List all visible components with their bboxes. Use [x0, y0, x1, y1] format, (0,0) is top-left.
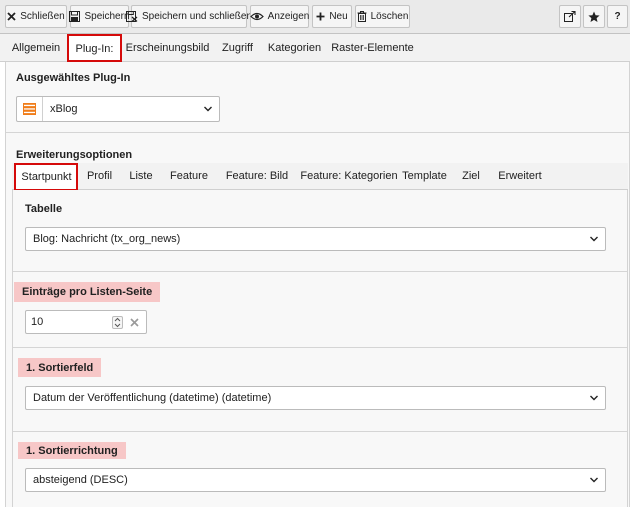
tab-appearance[interactable]: Erscheinungsbild [124, 34, 211, 62]
star-icon [588, 11, 600, 22]
chevron-down-icon [590, 236, 598, 242]
extension-tab-bar: Startpunkt Profil Liste Feature Feature:… [12, 163, 628, 191]
main-tab-bar: Allgemein Plug-In: Erscheinungsbild Zugr… [0, 34, 630, 63]
sort-direction-1-select[interactable]: absteigend (DESC) [25, 468, 606, 492]
save-button-label: Speichern [84, 11, 130, 22]
view-button-label: Anzeigen [267, 11, 310, 22]
close-icon [7, 12, 16, 21]
entries-per-page-label: Einträge pro Listen-Seite [14, 282, 161, 302]
entries-per-page-input[interactable]: 10 [25, 310, 147, 334]
tab-plugin[interactable]: Plug-In: [67, 35, 122, 63]
save-and-close-button[interactable]: Speichern und schließen [125, 5, 252, 28]
tab-advanced[interactable]: Erweitert [496, 163, 544, 190]
plugin-select[interactable]: xBlog [16, 96, 220, 122]
tab-profile[interactable]: Profil [82, 163, 117, 190]
tab-list[interactable]: Liste [123, 163, 159, 190]
view-button[interactable]: Anzeigen [249, 5, 310, 28]
tab-target[interactable]: Ziel [458, 163, 484, 190]
tab-grid-elements[interactable]: Raster-Elemente [327, 34, 418, 62]
close-button-label: Schließen [20, 11, 65, 22]
chevron-down-icon [204, 106, 212, 112]
sort-direction-1-label: 1. Sortierrichtung [18, 442, 126, 459]
new-button-label: Neu [329, 11, 348, 22]
table-label: Tabelle [25, 203, 63, 215]
document-toolbar: Schließen Speichern Speichern und schlie… [0, 0, 630, 34]
table-select-value: Blog: Nachricht (tx_org_news) [33, 233, 181, 245]
sort-field-1-label: 1. Sortierfeld [18, 358, 102, 377]
tab-feature-categories[interactable]: Feature: Kategorien [296, 163, 402, 190]
clear-icon[interactable] [130, 318, 139, 327]
trash-icon [357, 11, 367, 22]
extension-options-heading: Erweiterungsoptionen [16, 149, 133, 161]
plus-icon [316, 12, 325, 21]
sort-field-1-value: Datum der Veröffentlichung (datetime) (d… [33, 392, 272, 404]
tab-feature[interactable]: Feature [164, 163, 214, 190]
bookmark-button[interactable] [583, 5, 605, 28]
external-link-icon [564, 11, 576, 22]
sort-direction-1-value: absteigend (DESC) [33, 474, 128, 486]
table-select[interactable]: Blog: Nachricht (tx_org_news) [25, 227, 606, 251]
tab-access[interactable]: Zugriff [213, 34, 262, 62]
help-icon: ? [614, 11, 621, 22]
tab-categories[interactable]: Kategorien [264, 34, 325, 62]
close-button[interactable]: Schließen [5, 5, 67, 28]
delete-button-label: Löschen [370, 11, 409, 22]
floppy-disk-icon [69, 11, 81, 22]
open-in-new-window-button[interactable] [559, 5, 581, 28]
number-spinner-icon[interactable] [112, 316, 123, 329]
save-and-close-button-label: Speichern und schließen [141, 11, 253, 22]
tab-template[interactable]: Template [401, 163, 448, 190]
save-button[interactable]: Speichern [69, 5, 130, 28]
plugin-heading: Ausgewähltes Plug-In [16, 72, 131, 84]
tab-feature-image[interactable]: Feature: Bild [218, 163, 296, 190]
floppy-disk-x-icon [125, 11, 138, 22]
plugin-select-value: xBlog [50, 103, 78, 115]
delete-button[interactable]: Löschen [355, 5, 410, 28]
chevron-down-icon [590, 477, 598, 483]
sort-field-1-select[interactable]: Datum der Veröffentlichung (datetime) (d… [25, 386, 606, 410]
new-button[interactable]: Neu [312, 5, 352, 28]
tab-general[interactable]: Allgemein [6, 34, 66, 62]
chevron-down-icon [590, 395, 598, 401]
eye-icon [249, 12, 264, 21]
entries-per-page-value: 10 [31, 316, 44, 328]
tab-startpoint[interactable]: Startpunkt [15, 164, 78, 191]
plugin-icon [17, 97, 43, 121]
help-button[interactable]: ? [607, 5, 628, 28]
